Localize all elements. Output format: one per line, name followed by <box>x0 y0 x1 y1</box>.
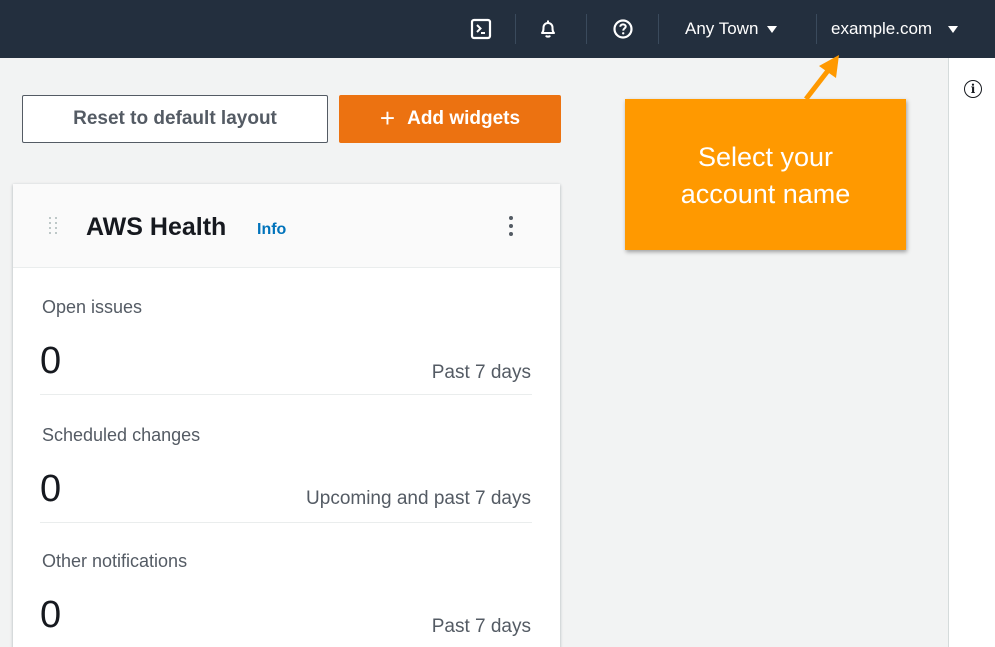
callout-line-2: account name <box>680 179 851 209</box>
open-issues-count[interactable]: 0 <box>40 342 61 380</box>
region-selector[interactable]: Any Town <box>685 19 778 39</box>
metric-divider <box>40 522 532 523</box>
scheduled-changes-label: Scheduled changes <box>42 425 201 445</box>
reset-layout-label: Reset to default layout <box>73 108 277 129</box>
more-actions-icon[interactable] <box>501 213 521 239</box>
add-widgets-button[interactable]: + Add widgets <box>339 95 561 143</box>
top-navigation-bar: Any Town example.com <box>0 0 995 58</box>
open-issues-label: Open issues <box>42 297 143 317</box>
account-menu[interactable]: example.com <box>831 19 959 39</box>
console-home: Any Town example.com i Reset to default … <box>0 0 995 647</box>
drag-handle-icon[interactable] <box>49 217 59 237</box>
nav-divider <box>658 14 659 44</box>
info-icon-glyph: i <box>970 82 976 96</box>
account-name: example.com <box>831 19 933 38</box>
cloudshell-icon[interactable] <box>468 16 494 42</box>
plus-icon: + <box>379 102 396 133</box>
scheduled-changes-count[interactable]: 0 <box>40 470 61 508</box>
side-panel-rail: i <box>948 58 995 647</box>
info-icon[interactable]: i <box>964 80 982 98</box>
caret-down-icon <box>948 25 959 33</box>
other-notifications-label: Other notifications <box>42 551 188 571</box>
nav-divider <box>515 14 516 44</box>
nav-divider <box>586 14 587 44</box>
bell-icon[interactable] <box>535 16 561 42</box>
caret-down-icon <box>767 25 778 33</box>
annotation-callout: Select your account name <box>625 99 906 250</box>
open-issues-period: Past 7 days <box>431 362 531 383</box>
widget-header: AWS Health Info <box>13 184 560 268</box>
add-widgets-label: Add widgets <box>407 108 521 129</box>
other-notifications-count[interactable]: 0 <box>40 596 61 634</box>
scheduled-changes-period: Upcoming and past 7 days <box>306 488 531 509</box>
widget-title: AWS Health <box>86 213 227 241</box>
reset-layout-button[interactable]: Reset to default layout <box>22 95 328 143</box>
info-link[interactable]: Info <box>257 221 286 239</box>
callout-line-1: Select your <box>697 142 834 172</box>
other-notifications-period: Past 7 days <box>431 616 531 637</box>
metric-divider <box>40 394 532 395</box>
nav-divider <box>816 14 817 44</box>
help-icon[interactable] <box>610 16 636 42</box>
aws-health-widget: AWS Health Info Open issues 0 Past 7 day… <box>13 184 560 647</box>
region-label: Any Town <box>685 19 759 38</box>
